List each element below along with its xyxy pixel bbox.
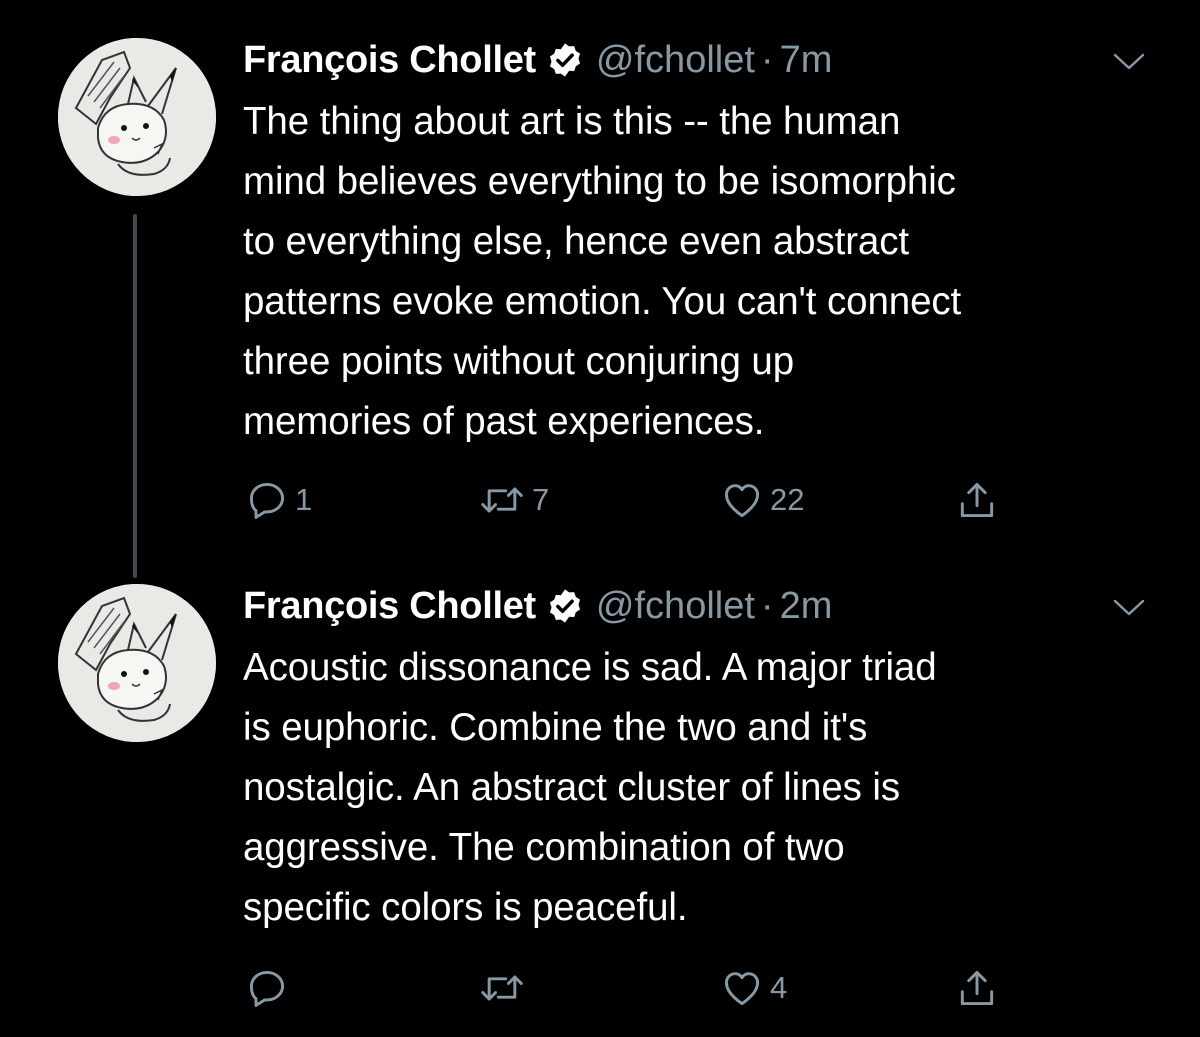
- share-button[interactable]: [955, 475, 1005, 525]
- tweet-text-line: Acoustic dissonance is sad. A major tria…: [243, 646, 937, 689]
- retweet-icon: [481, 487, 523, 513]
- retweet-icon: [481, 975, 523, 1001]
- reply-button[interactable]: [245, 963, 295, 1013]
- tweet-text-line: patterns evoke emotion. You can't connec…: [243, 280, 962, 323]
- author-name[interactable]: François Chollet: [243, 39, 536, 82]
- like-count: 22: [770, 482, 805, 517]
- chevron-down-icon[interactable]: [1112, 52, 1146, 72]
- heart-icon: [724, 484, 760, 518]
- tweet-text-line: to everything else, hence even abstract: [243, 220, 909, 263]
- tweet-text: The thing about art is this -- the human…: [243, 92, 1173, 452]
- tweet-text-line: nostalgic. An abstract cluster of lines …: [243, 766, 901, 809]
- tweet-text-line: memories of past experiences.: [243, 400, 765, 443]
- verified-badge-icon: [549, 43, 580, 77]
- reply-button[interactable]: 1: [245, 475, 312, 525]
- tweet-text-line: mind believes everything to be isomorphi…: [243, 160, 956, 203]
- like-button[interactable]: 4: [720, 963, 787, 1013]
- like-count: 4: [770, 970, 788, 1005]
- avatar[interactable]: [58, 584, 216, 742]
- avatar[interactable]: [58, 38, 216, 196]
- retweet-button[interactable]: [478, 963, 532, 1013]
- author-name[interactable]: François Chollet: [243, 585, 536, 628]
- separator-dot: ·: [760, 584, 774, 627]
- reply-icon: [249, 970, 285, 1007]
- tweet-text-line: is euphoric. Combine the two and it's: [243, 706, 868, 749]
- tweet-actions: 4: [0, 963, 1200, 1013]
- author-handle[interactable]: @fchollet: [596, 39, 755, 82]
- tweet-header: François Chollet @fchollet · 2m: [243, 578, 832, 634]
- share-icon: [960, 970, 994, 1006]
- pikachu-avatar-icon: [58, 584, 216, 742]
- tweet-actions: 1 7 22: [0, 475, 1200, 525]
- tweet-text: Acoustic dissonance is sad. A major tria…: [243, 638, 1173, 938]
- reply-icon: [249, 482, 285, 519]
- like-button[interactable]: 22: [720, 475, 804, 525]
- tweet[interactable]: François Chollet @fchollet · 2m Acoustic…: [0, 558, 1200, 1037]
- pikachu-avatar-icon: [58, 38, 216, 196]
- tweet-text-line: three points without conjuring up: [243, 340, 795, 383]
- chevron-down-icon[interactable]: [1112, 598, 1146, 618]
- tweet-text-line: aggressive. The combination of two: [243, 826, 845, 869]
- tweet-timestamp[interactable]: 2m: [780, 585, 833, 628]
- share-button[interactable]: [955, 963, 1005, 1013]
- tweet-header: François Chollet @fchollet · 7m: [243, 32, 832, 88]
- tweet-text-line: specific colors is peaceful.: [243, 886, 688, 929]
- tweet-timestamp[interactable]: 7m: [780, 39, 833, 82]
- verified-badge-icon: [549, 589, 580, 623]
- retweet-button[interactable]: 7: [478, 475, 549, 525]
- tweet-text-line: The thing about art is this -- the human: [243, 100, 901, 143]
- author-handle[interactable]: @fchollet: [596, 585, 755, 628]
- heart-icon: [724, 972, 760, 1006]
- tweet[interactable]: François Chollet @fchollet · 7m The thin…: [0, 0, 1200, 560]
- retweet-count: 7: [532, 482, 550, 517]
- tweet-thread: François Chollet @fchollet · 7m The thin…: [0, 0, 1200, 1037]
- reply-count: 1: [295, 482, 313, 517]
- share-icon: [960, 482, 994, 518]
- separator-dot: ·: [760, 38, 774, 81]
